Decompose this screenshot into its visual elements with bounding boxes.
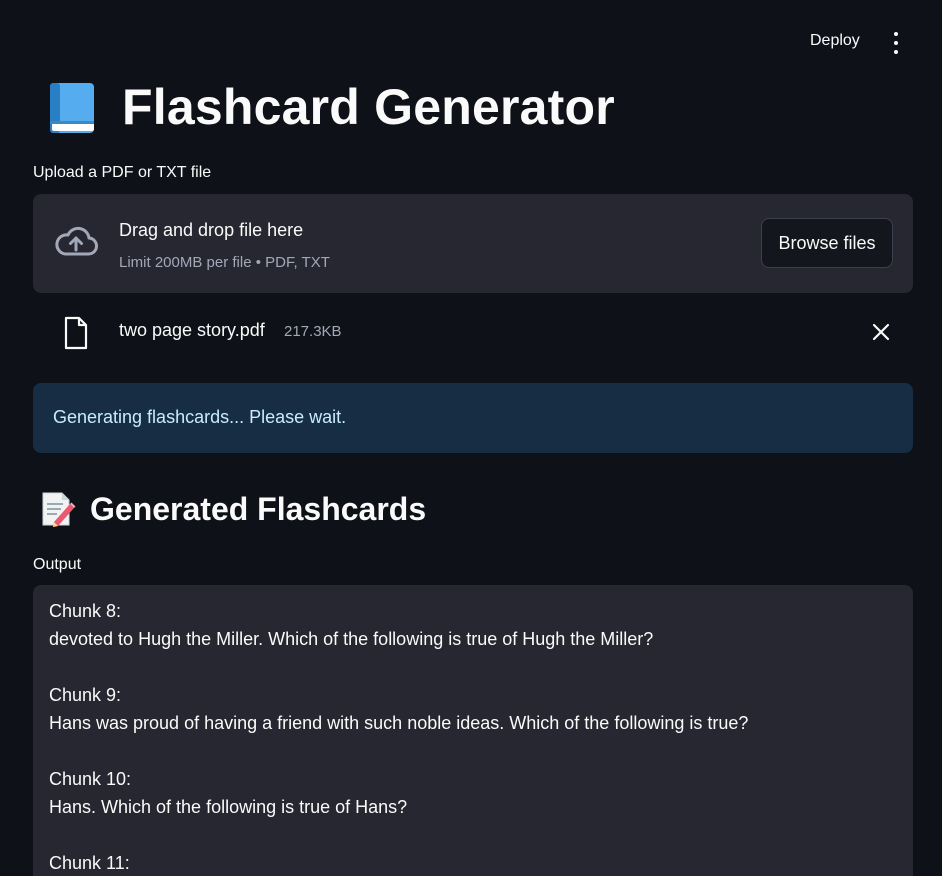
deploy-button[interactable]: Deploy xyxy=(800,30,870,52)
chunk-heading: Chunk 9: xyxy=(49,685,122,705)
menu-dot xyxy=(894,32,898,36)
uploaded-file-size: 217.3KB xyxy=(284,323,342,340)
blue-book-icon xyxy=(50,83,94,133)
browse-files-button[interactable]: Browse files xyxy=(761,218,893,268)
page-title: Flashcard Generator xyxy=(122,79,615,135)
menu-dot xyxy=(894,50,898,54)
chunk-text: Hans was proud of having a friend with s… xyxy=(49,713,749,733)
chunk-heading: Chunk 11: xyxy=(49,853,130,873)
cloud-upload-icon xyxy=(55,226,98,256)
chunk-text: Hans. Which of the following is true of … xyxy=(49,797,408,817)
uploader-label: Upload a PDF or TXT file xyxy=(33,164,212,181)
output-textarea[interactable]: Chunk 8: devoted to Hugh the Miller. Whi… xyxy=(33,585,913,876)
main-menu-icon[interactable] xyxy=(887,32,905,54)
section-title: Generated Flashcards xyxy=(90,490,427,527)
dropzone-limits: Limit 200MB per file • PDF, TXT xyxy=(119,254,330,271)
alert-message: Generating flashcards... Please wait. xyxy=(53,407,347,427)
chunk-text: devoted to Hugh the Miller. Which of the… xyxy=(49,629,654,649)
memo-icon xyxy=(42,492,76,527)
file-icon xyxy=(64,316,88,350)
app-page: Deploy Flashcard Generator Upload a PDF … xyxy=(0,0,942,876)
dropzone-instructions: Drag and drop file here xyxy=(119,220,304,240)
section-heading-row: Generated Flashcards xyxy=(40,490,426,528)
chunk-entry: Chunk 9: Hans was proud of having a frie… xyxy=(49,681,897,737)
chunk-heading: Chunk 10: xyxy=(49,769,132,789)
file-dropzone[interactable]: Drag and drop file here Limit 200MB per … xyxy=(33,194,913,293)
uploaded-file-name: two page story.pdf xyxy=(119,320,265,340)
chunk-entry: Chunk 11: xyxy=(49,849,897,876)
output-label: Output xyxy=(33,556,82,573)
chunk-entry: Chunk 10: Hans. Which of the following i… xyxy=(49,765,897,821)
menu-dot xyxy=(894,41,898,45)
chunk-entry: Chunk 8: devoted to Hugh the Miller. Whi… xyxy=(49,597,897,653)
title-row: Flashcard Generator xyxy=(44,78,615,136)
remove-file-close-icon[interactable] xyxy=(871,322,891,342)
chunk-heading: Chunk 8: xyxy=(49,601,122,621)
info-alert: Generating flashcards... Please wait. xyxy=(33,383,913,453)
